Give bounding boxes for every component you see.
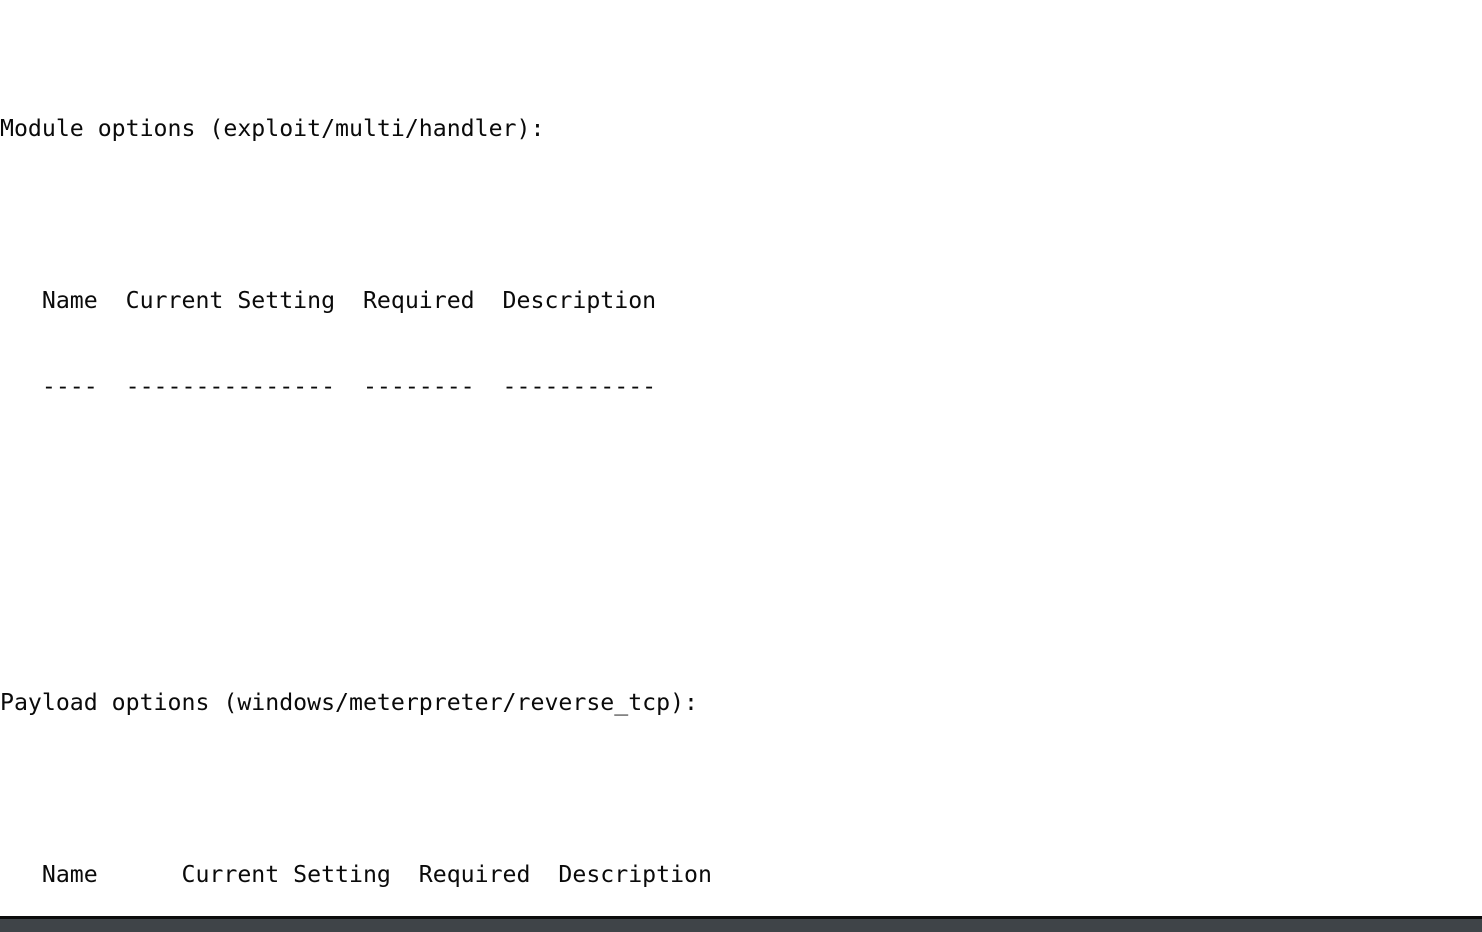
- module-options-column-headers: Name Current Setting Required Descriptio…: [0, 287, 657, 314]
- module-options-rule: ---- --------------- -------- ----------…: [0, 373, 657, 401]
- window-bottom-edge: [0, 919, 1482, 932]
- payload-options-heading: Payload options (windows/meterpreter/rev…: [0, 688, 699, 716]
- terminal-output: Module options (exploit/multi/handler): …: [0, 0, 1482, 932]
- payload-options-column-headers: Name Current Setting Required Descriptio…: [0, 860, 712, 888]
- terminal-window[interactable]: Module options (exploit/multi/handler): …: [0, 0, 1482, 932]
- module-options-heading: Module options (exploit/multi/handler):: [0, 114, 545, 142]
